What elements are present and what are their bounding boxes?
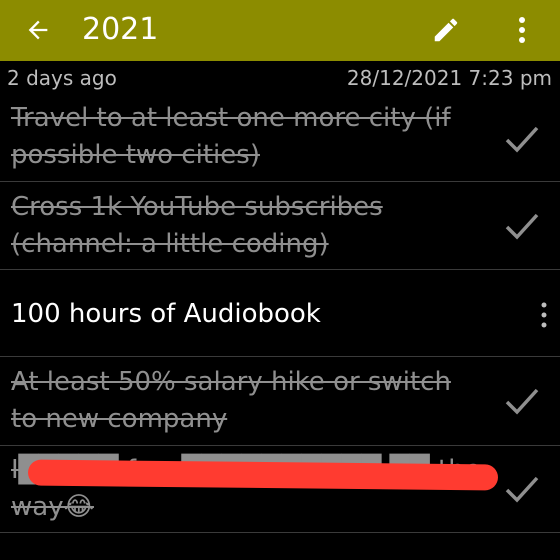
list-item[interactable]: At least 50% salary hike or switch to ne… (0, 364, 560, 446)
edit-button[interactable] (426, 10, 466, 50)
divider (0, 445, 560, 446)
more-vert-icon (519, 17, 525, 43)
relative-time: 2 days ago (7, 66, 117, 90)
more-options-button[interactable] (506, 10, 538, 50)
app-bar: 2021 (0, 0, 560, 61)
divider (0, 356, 560, 357)
check-icon[interactable] (504, 211, 540, 241)
list-item[interactable]: Cross 1k YouTube subscribes (channel: a … (0, 189, 560, 271)
redaction-mark (27, 459, 499, 491)
item-text: Cross 1k YouTube subscribes (channel: a … (11, 192, 383, 259)
more-vert-icon[interactable] (539, 300, 549, 330)
item-text: Travel to at least one more city (if pos… (11, 103, 451, 170)
list-item[interactable]: 100 hours of Audiobook (0, 296, 560, 356)
check-icon[interactable] (504, 474, 540, 504)
list-item[interactable]: Travel to at least one more city (if pos… (0, 100, 560, 182)
page-title: 2021 (82, 12, 159, 47)
check-icon[interactable] (504, 386, 540, 416)
item-text: At least 50% salary hike or switch to ne… (11, 367, 451, 434)
check-icon[interactable] (504, 124, 540, 154)
divider (0, 532, 560, 533)
arrow-left-icon (28, 20, 48, 40)
timestamp: 28/12/2021 7:23 pm (346, 66, 552, 90)
back-button[interactable] (20, 12, 56, 48)
pencil-icon (434, 18, 458, 42)
item-text: 100 hours of Audiobook (11, 299, 321, 329)
divider (0, 181, 560, 182)
divider (0, 269, 560, 270)
